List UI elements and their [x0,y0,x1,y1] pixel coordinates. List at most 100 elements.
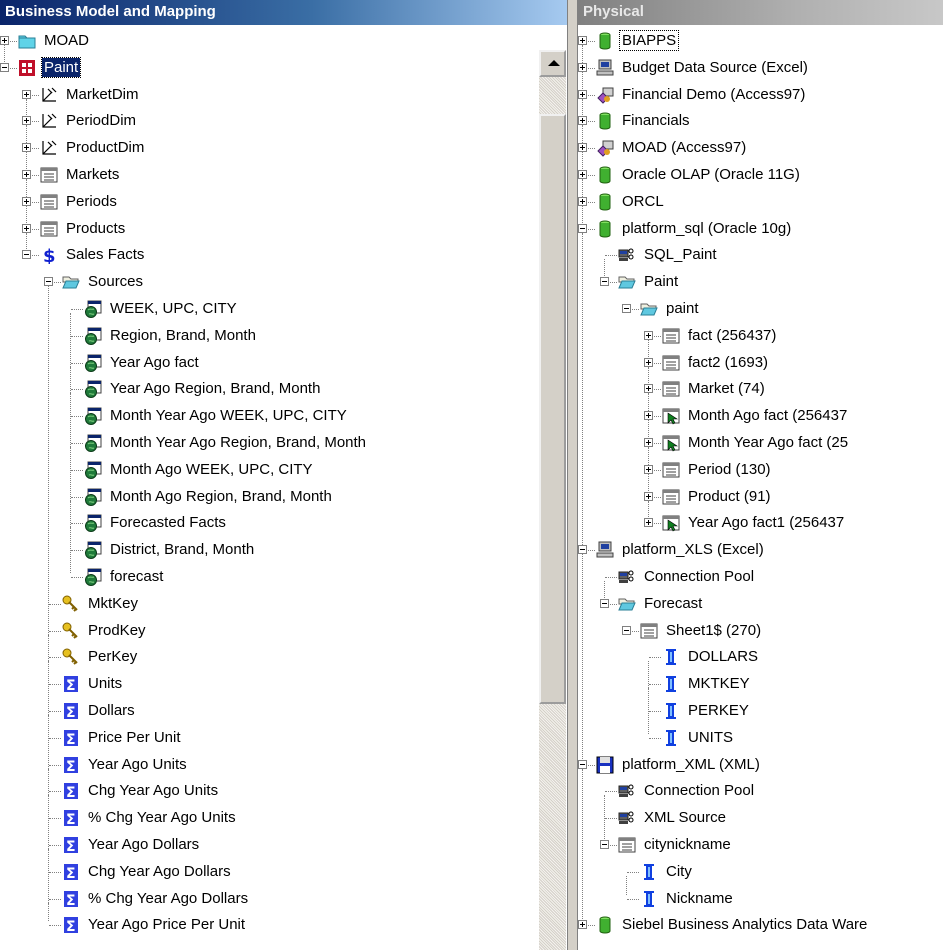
tree-item-label: Price Per Unit [88,728,181,746]
expand-icon[interactable] [644,411,653,421]
collapse-icon[interactable] [22,250,31,260]
business-model-pane-title: Business Model and Mapping [0,0,567,25]
tree-connector [26,232,27,252]
expand-icon[interactable] [644,384,653,394]
tree-connector [71,362,83,364]
expand-icon[interactable] [644,518,653,528]
pool-icon [618,568,636,586]
collapse-icon[interactable] [600,277,609,287]
svg-text:Σ: Σ [66,919,76,934]
expand-icon[interactable] [578,89,587,99]
expand-icon[interactable] [578,196,587,206]
source-icon [84,407,102,426]
dim-icon [40,86,58,104]
collapse-icon[interactable] [622,625,631,635]
tree-connector [71,469,83,471]
source-icon [84,380,102,399]
vertical-scrollbar[interactable] [539,50,566,950]
tree-item-label: platform_XML (XML) [622,755,760,773]
expand-icon[interactable] [578,920,587,930]
tree-connector [49,845,61,846]
tree-item-label: Year Ago fact1 (256437 [688,514,845,532]
tree-item-label: Chg Year Ago Dollars [88,862,231,880]
expand-icon[interactable] [644,357,653,367]
tree-connector [582,768,583,922]
alias-icon [662,514,680,532]
scroll-thumb[interactable] [539,114,566,704]
alias-icon [662,434,680,452]
svg-text:Σ: Σ [66,812,76,827]
tree-connector [4,45,5,64]
collapse-icon[interactable] [0,62,9,72]
tree-item-label: MOAD [44,32,89,49]
sigma-icon: Σ [62,702,80,721]
tree-item-label: Month Year Ago Region, Brand, Month [110,434,367,451]
tree-connector [71,577,83,578]
collapse-icon[interactable] [44,277,53,287]
tree-item-label: Year Ago Units [88,755,187,773]
sigma-icon: Σ [62,836,80,855]
tree-connector [49,898,61,900]
expand-icon[interactable] [22,170,31,179]
collapse-icon[interactable] [578,759,587,769]
tree-item-label: Forecast [644,594,703,612]
tree-item-label: Market (74) [688,380,765,398]
sigma-icon: Σ [62,916,80,935]
collapse-icon[interactable] [578,545,587,555]
expand-icon[interactable] [644,464,653,474]
collapse-icon[interactable] [622,304,631,313]
tree-connector [649,657,661,659]
folderopen-icon [618,273,636,291]
expand-icon[interactable] [22,116,31,126]
tree-connector [648,715,649,734]
folderopen-icon [618,595,636,613]
expand-icon[interactable] [644,491,653,501]
expand-icon[interactable] [578,170,587,179]
pool-icon [618,782,636,800]
tree-connector [627,871,639,873]
collapse-icon[interactable] [600,840,609,849]
tree-item-label: Region, Brand, Month [110,326,256,344]
tree-item-label: Nickname [666,889,733,907]
tree-connector [604,259,605,279]
source-icon [84,327,102,345]
collapse-icon[interactable] [600,598,609,608]
tree-item-label: District, Brand, Month [110,541,255,559]
expand-icon[interactable] [22,89,31,99]
expand-icon[interactable] [578,143,587,153]
tree-item-label: platform_XLS (Excel) [622,541,764,559]
expand-icon[interactable] [578,36,587,45]
business-model-pane: Business Model and Mapping MOAD Paint Mark… [0,0,568,950]
floppy-icon [596,756,614,774]
tree-item-label: City [666,862,692,880]
tree-item-label: Products [66,219,126,237]
tree-item-label: forecast [110,568,164,585]
tree-item-label: MOAD (Access97) [622,139,747,157]
scroll-up-button[interactable] [539,50,566,77]
tree-connector [49,925,61,927]
column-icon [662,729,680,747]
tree-item-label: Financials [622,112,690,130]
expand-icon[interactable] [0,36,9,45]
tree-item-label: Month Year Ago fact (25 [688,434,849,451]
tree-item-label: Month Year Ago WEEK, UPC, CITY [110,407,347,425]
tree-item-label: PerKey [88,648,138,666]
computer-icon [596,541,614,559]
dim-icon [40,139,58,157]
expand-icon[interactable] [644,330,653,340]
collapse-icon[interactable] [578,223,587,233]
svg-text:Σ: Σ [66,759,76,774]
expand-icon[interactable] [578,116,587,126]
expand-icon[interactable] [22,223,31,233]
expand-icon[interactable] [644,438,653,447]
expand-icon[interactable] [578,62,587,72]
tree-connector [627,898,639,900]
dim-icon [40,112,58,130]
tree-item-label: Forecasted Facts [110,514,226,532]
expand-icon[interactable] [22,196,31,206]
tree-item-label: Budget Data Source (Excel) [622,58,808,76]
access-icon [596,139,614,157]
tree-connector [649,684,661,686]
tree-connector [605,791,617,793]
expand-icon[interactable] [22,143,31,153]
